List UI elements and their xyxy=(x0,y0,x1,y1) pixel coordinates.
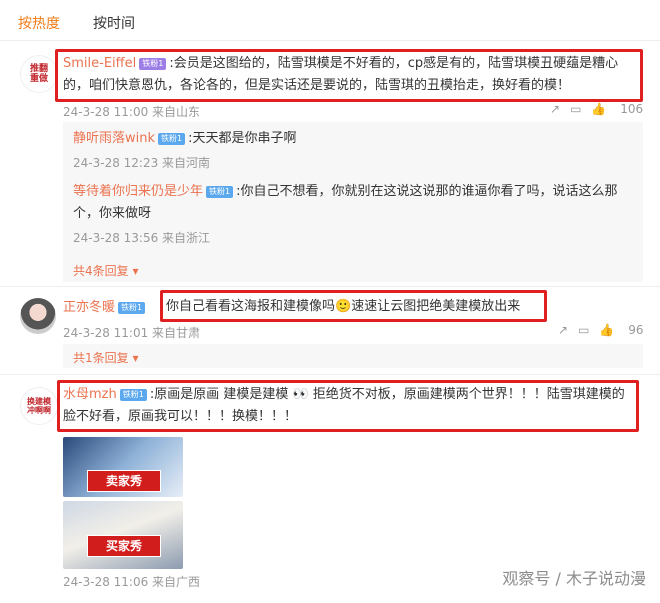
avatar-text: 推翻重做 xyxy=(29,64,48,84)
comment-actions: ↗ ▭ 👍 106 xyxy=(540,102,643,116)
comment-image[interactable]: 买家秀 xyxy=(63,501,183,569)
avatar[interactable]: 推翻重做 xyxy=(20,55,58,93)
sort-tabs: 按热度 按时间 xyxy=(0,0,660,40)
reply-panel xyxy=(63,344,643,368)
comment-2-header: 正亦冬暖 铁粉1 xyxy=(63,297,148,319)
chevron-down-icon: ▾ xyxy=(128,351,139,365)
tab-time[interactable]: 按时间 xyxy=(93,13,135,33)
fan-badge: 铁粉1 xyxy=(158,132,186,145)
fan-badge: 铁粉1 xyxy=(206,185,234,198)
highlight-box xyxy=(55,49,643,102)
chevron-down-icon: ▾ xyxy=(128,264,139,278)
highlight-box xyxy=(160,290,547,322)
comment-divider xyxy=(0,374,660,375)
like-count: 96 xyxy=(628,323,644,337)
comment-meta: 24-3-28 11:06 来自广西 xyxy=(63,575,201,589)
like-icon[interactable]: 👍 xyxy=(599,323,614,337)
share-icon[interactable]: ↗ xyxy=(558,323,568,337)
reply-2: 等待着你归来仍是少年 铁粉1:你自己不想看，你就别在这说这说那的谁逼你看了吗，说话… xyxy=(73,181,638,246)
tab-hot[interactable]: 按热度 xyxy=(18,13,60,33)
comment-meta: 24-3-28 11:00 来自山东 xyxy=(63,105,201,119)
watermark: 观察号 / 木子说动漫 xyxy=(502,569,646,588)
comment-actions: ↗ ▭ 👍 96 xyxy=(548,323,643,337)
avatar-image-icon xyxy=(20,298,56,334)
like-icon[interactable]: 👍 xyxy=(591,102,606,116)
fan-badge: 铁粉1 xyxy=(118,301,146,314)
reply-text: :天天都是你串子啊 xyxy=(188,131,297,146)
avatar-text: 换建模冲啊啊 xyxy=(27,397,51,415)
like-count: 106 xyxy=(620,102,644,116)
avatar[interactable] xyxy=(20,298,56,334)
tabs-divider xyxy=(0,40,660,41)
more-replies-label: 共4条回复 xyxy=(73,264,129,278)
share-icon[interactable]: ↗ xyxy=(550,102,560,116)
comment-divider xyxy=(0,286,660,287)
highlight-box xyxy=(57,380,639,432)
more-replies-label: 共1条回复 xyxy=(73,351,129,365)
reply-username[interactable]: 静听雨落wink xyxy=(73,131,155,146)
more-replies-link[interactable]: 共4条回复 ▾ xyxy=(73,262,138,279)
reply-1: 静听雨落wink 铁粉1:天天都是你串子啊 24-3-28 12:23 来自河南 xyxy=(73,128,633,171)
more-replies-link[interactable]: 共1条回复 ▾ xyxy=(73,349,138,366)
avatar[interactable]: 换建模冲啊啊 xyxy=(20,387,58,425)
reply-icon[interactable]: ▭ xyxy=(578,323,589,337)
reply-username[interactable]: 等待着你归来仍是少年 xyxy=(73,184,203,199)
comment-meta: 24-3-28 11:01 来自甘肃 xyxy=(63,326,201,340)
reply-meta: 24-3-28 13:56 来自浙江 xyxy=(73,231,211,245)
image-tag-label: 买家秀 xyxy=(87,535,161,557)
comment-username[interactable]: 正亦冬暖 xyxy=(63,300,115,315)
image-tag-label: 卖家秀 xyxy=(87,470,161,492)
reply-icon[interactable]: ▭ xyxy=(570,102,581,116)
reply-meta: 24-3-28 12:23 来自河南 xyxy=(73,156,211,170)
comment-image[interactable]: 卖家秀 xyxy=(63,437,183,497)
